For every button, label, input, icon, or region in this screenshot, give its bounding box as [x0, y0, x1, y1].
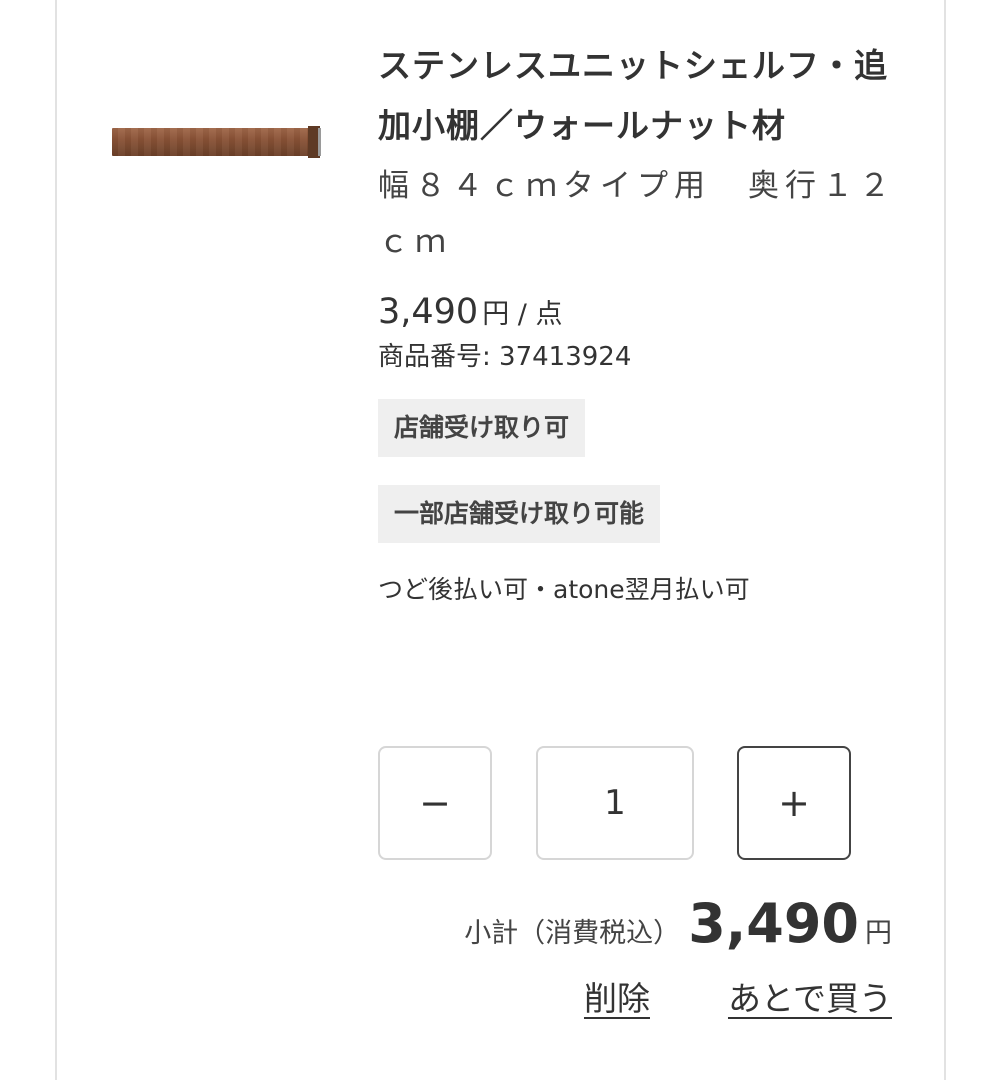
product-thumbnail[interactable] — [112, 126, 321, 160]
item-actions: 削除 あとで買う — [506, 972, 892, 1020]
product-subtitle: 幅８４ｃｍタイプ用 奥行１２ｃｍ — [378, 168, 896, 260]
wood-grain — [112, 128, 318, 156]
save-for-later-link[interactable]: あとで買う — [728, 979, 892, 1018]
quantity-stepper: − 1 + — [378, 746, 854, 862]
product-number: 商品番号: 37413924 — [378, 342, 632, 372]
product-info: ステンレスユニットシェルフ・追加小棚／ウォールナット材 幅８４ｃｍタイプ用 奥行… — [378, 36, 898, 607]
subtotal-label: 小計（消費税込） — [464, 918, 681, 949]
subtotal-currency: 円 — [865, 918, 892, 949]
product-title[interactable]: ステンレスユニットシェルフ・追加小棚／ウォールナット材 — [378, 36, 898, 156]
partial-store-pickup-badge: 一部店舗受け取り可能 — [378, 485, 661, 543]
subtotal-amount: 3,490 — [688, 892, 859, 955]
price-unit: 円 / 点 — [482, 299, 563, 330]
quantity-value[interactable]: 1 — [536, 746, 694, 860]
price-value: 3,490 — [378, 292, 479, 332]
subtotal: 小計（消費税込） 3,490 円 — [464, 892, 892, 955]
metal-bracket — [318, 128, 321, 156]
store-pickup-badge: 店舗受け取り可 — [378, 399, 586, 457]
increase-quantity-button[interactable]: + — [737, 746, 851, 860]
decrease-quantity-button[interactable]: − — [378, 746, 492, 860]
unit-price: 3,490 円 / 点 — [378, 292, 898, 335]
delete-link[interactable]: 削除 — [584, 979, 650, 1018]
payment-options: つど後払い可・atone翌月払い可 — [378, 575, 750, 604]
